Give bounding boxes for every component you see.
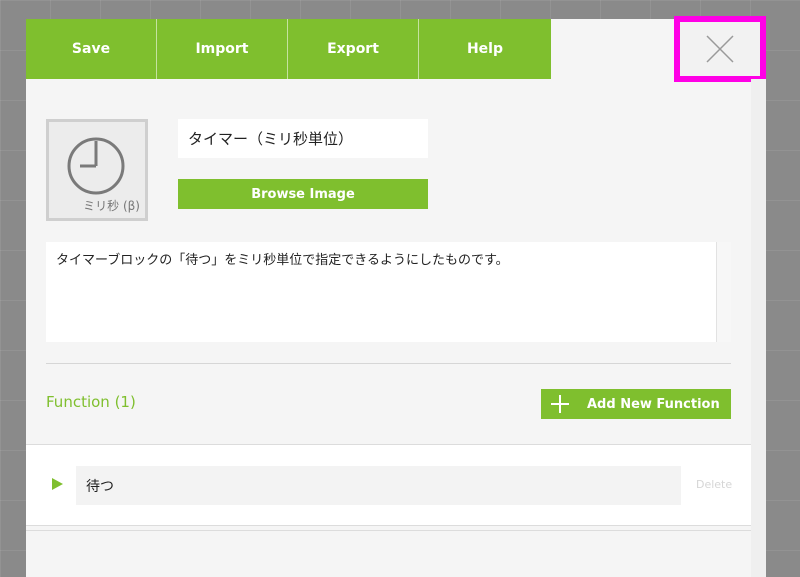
add-new-function-label: Add New Function — [587, 396, 720, 412]
import-button[interactable]: Import — [157, 19, 288, 79]
description-scrollbar[interactable] — [716, 242, 731, 342]
toolbar: Save Import Export Help — [26, 16, 766, 82]
plus-icon — [551, 395, 569, 413]
toolbar-tabs: Save Import Export Help — [26, 19, 551, 79]
browse-image-button[interactable]: Browse Image — [178, 179, 428, 209]
block-editor-modal: Save Import Export Help ミリ秒 (β) Browse I… — [26, 16, 766, 577]
close-icon — [706, 35, 734, 63]
function-name-field[interactable]: 待つ — [76, 466, 681, 505]
block-name-input[interactable] — [178, 119, 428, 158]
export-button[interactable]: Export — [288, 19, 419, 79]
function-section-title: Function (1) — [46, 393, 136, 411]
modal-scrollbar[interactable] — [751, 79, 766, 577]
thumbnail-label: ミリ秒 (β) — [83, 199, 140, 213]
delete-function-button[interactable]: Delete — [696, 478, 732, 491]
block-thumbnail: ミリ秒 (β) — [46, 119, 148, 221]
help-button[interactable]: Help — [419, 19, 551, 79]
save-button[interactable]: Save — [26, 19, 157, 79]
description-textarea[interactable]: タイマーブロックの「待つ」をミリ秒単位で指定できるようにしたものです。 — [46, 242, 716, 342]
add-new-function-button[interactable]: Add New Function — [541, 389, 731, 419]
section-divider — [46, 363, 731, 364]
function-list: 待つ Delete — [26, 444, 751, 526]
expand-triangle-icon[interactable] — [52, 478, 63, 490]
list-bottom-divider — [26, 530, 751, 531]
close-button[interactable] — [674, 16, 766, 82]
